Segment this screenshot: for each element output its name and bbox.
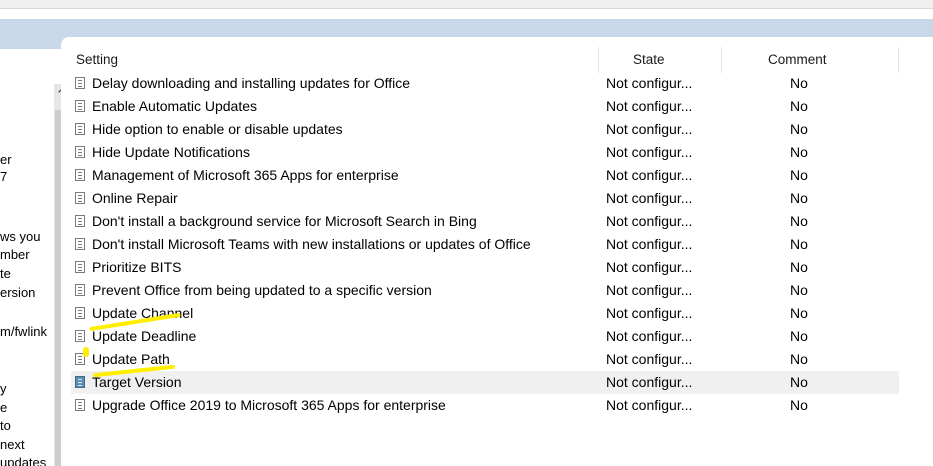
setting-state: Not configur... bbox=[606, 351, 693, 367]
setting-state: Not configur... bbox=[606, 397, 693, 413]
explanation-text: ersion bbox=[0, 285, 36, 300]
setting-name: Upgrade Office 2019 to Microsoft 365 App… bbox=[92, 397, 446, 413]
table-row[interactable]: Update Path Not configur... No bbox=[71, 348, 899, 371]
setting-comment: No bbox=[790, 374, 808, 390]
setting-name: Online Repair bbox=[92, 190, 178, 206]
setting-comment: No bbox=[790, 328, 808, 344]
setting-state: Not configur... bbox=[606, 282, 693, 298]
setting-comment: No bbox=[790, 167, 808, 183]
setting-comment: No bbox=[790, 305, 808, 321]
setting-comment: No bbox=[790, 98, 808, 114]
policy-setting-icon bbox=[75, 261, 85, 273]
setting-comment: No bbox=[790, 190, 808, 206]
column-separator[interactable] bbox=[898, 47, 899, 73]
table-row[interactable]: Delay downloading and installing updates… bbox=[71, 72, 899, 95]
explanation-pane: er 7 ws you mber te ersion m/fwlink y e … bbox=[0, 49, 54, 466]
table-row[interactable]: Don't install a background service for M… bbox=[71, 210, 899, 233]
highlight-mark bbox=[83, 347, 89, 357]
policy-setting-icon bbox=[75, 284, 85, 296]
policy-setting-icon bbox=[75, 146, 85, 158]
setting-state: Not configur... bbox=[606, 190, 693, 206]
explanation-link[interactable]: m/fwlink bbox=[0, 324, 47, 339]
setting-comment: No bbox=[790, 282, 808, 298]
setting-comment: No bbox=[790, 397, 808, 413]
policy-setting-icon bbox=[75, 238, 85, 250]
setting-name: Don't install a background service for M… bbox=[92, 213, 477, 229]
column-separator[interactable] bbox=[721, 47, 722, 73]
setting-name: Management of Microsoft 365 Apps for ent… bbox=[92, 167, 399, 183]
setting-state: Not configur... bbox=[606, 75, 693, 91]
policy-setting-icon bbox=[75, 123, 85, 135]
setting-comment: No bbox=[790, 144, 808, 160]
table-row[interactable]: Online Repair Not configur... No bbox=[71, 187, 899, 210]
explanation-text: ws you bbox=[0, 229, 41, 244]
setting-state: Not configur... bbox=[606, 236, 693, 252]
policy-setting-icon bbox=[75, 169, 85, 181]
table-row[interactable]: Enable Automatic Updates Not configur...… bbox=[71, 95, 899, 118]
setting-state: Not configur... bbox=[606, 328, 693, 344]
explanation-text: updates bbox=[0, 455, 47, 466]
table-row[interactable]: Prevent Office from being updated to a s… bbox=[71, 279, 899, 302]
setting-name: Prevent Office from being updated to a s… bbox=[92, 282, 432, 298]
policy-setting-icon bbox=[75, 330, 85, 342]
column-header-comment[interactable]: Comment bbox=[768, 49, 827, 71]
setting-state: Not configur... bbox=[606, 167, 693, 183]
setting-name: Prioritize BITS bbox=[92, 259, 182, 275]
setting-comment: No bbox=[790, 236, 808, 252]
explanation-text: e bbox=[0, 400, 8, 415]
setting-comment: No bbox=[790, 259, 808, 275]
table-row[interactable]: Hide option to enable or disable updates… bbox=[71, 118, 899, 141]
policy-setting-icon bbox=[75, 307, 85, 319]
setting-name: Update Deadline bbox=[92, 328, 197, 344]
column-header-setting[interactable]: Setting bbox=[76, 49, 118, 71]
setting-state: Not configur... bbox=[606, 121, 693, 137]
setting-name: Delay downloading and installing updates… bbox=[92, 75, 411, 91]
setting-state: Not configur... bbox=[606, 98, 693, 114]
explanation-text: 7 bbox=[0, 169, 8, 184]
explanation-text: next bbox=[0, 437, 25, 452]
policy-setting-icon bbox=[75, 399, 85, 411]
setting-name: Hide option to enable or disable updates bbox=[92, 121, 343, 137]
setting-state: Not configur... bbox=[606, 259, 693, 275]
table-row[interactable]: Hide Update Notifications Not configur..… bbox=[71, 141, 899, 164]
explanation-text: to bbox=[0, 418, 11, 433]
explanation-text: y bbox=[0, 381, 7, 396]
explanation-text: mber bbox=[0, 247, 30, 262]
table-row[interactable]: Update Deadline Not configur... No bbox=[71, 325, 899, 348]
explanation-text: er bbox=[0, 152, 12, 167]
column-header-state[interactable]: State bbox=[633, 49, 665, 71]
setting-comment: No bbox=[790, 75, 808, 91]
policy-setting-icon bbox=[75, 376, 85, 388]
settings-list: Setting State Comment Delay downloading … bbox=[61, 37, 933, 466]
policy-setting-icon bbox=[75, 215, 85, 227]
setting-name: Enable Automatic Updates bbox=[92, 98, 257, 114]
setting-state: Not configur... bbox=[606, 305, 693, 321]
column-header-row: Setting State Comment bbox=[61, 49, 933, 71]
policy-setting-icon bbox=[75, 192, 85, 204]
policy-setting-icon bbox=[75, 77, 85, 89]
setting-comment: No bbox=[790, 213, 808, 229]
column-separator[interactable] bbox=[598, 47, 599, 73]
setting-state: Not configur... bbox=[606, 213, 693, 229]
table-row-selected[interactable]: Target Version Not configur... No bbox=[71, 371, 899, 394]
setting-name: Hide Update Notifications bbox=[92, 144, 250, 160]
table-row[interactable]: Prioritize BITS Not configur... No bbox=[71, 256, 899, 279]
table-row[interactable]: Update Channel Not configur... No bbox=[71, 302, 899, 325]
setting-comment: No bbox=[790, 351, 808, 367]
table-row[interactable]: Don't install Microsoft Teams with new i… bbox=[71, 233, 899, 256]
window-top-edge bbox=[0, 0, 933, 9]
table-row[interactable]: Upgrade Office 2019 to Microsoft 365 App… bbox=[71, 394, 899, 417]
policy-setting-icon bbox=[75, 100, 85, 112]
explanation-text: te bbox=[0, 266, 11, 281]
setting-comment: No bbox=[790, 121, 808, 137]
setting-state: Not configur... bbox=[606, 374, 693, 390]
setting-name: Don't install Microsoft Teams with new i… bbox=[92, 236, 531, 252]
setting-state: Not configur... bbox=[606, 144, 693, 160]
table-row[interactable]: Management of Microsoft 365 Apps for ent… bbox=[71, 164, 899, 187]
